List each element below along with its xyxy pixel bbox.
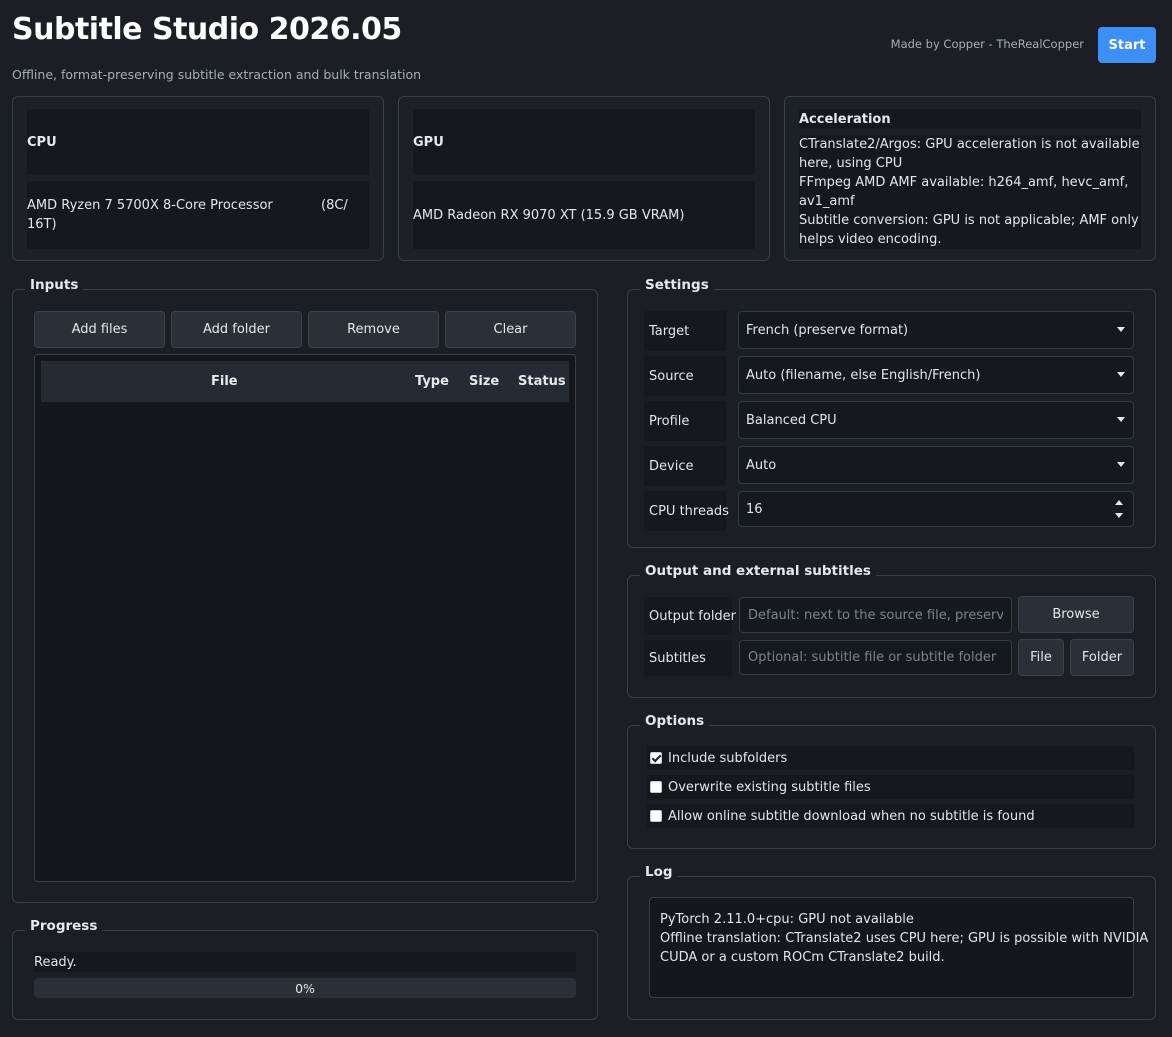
column-status[interactable]: Status bbox=[518, 374, 566, 389]
cpu-card: CPU AMD Ryzen 7 5700X 8-Core Processor (… bbox=[12, 96, 384, 261]
threads-label: CPU threads bbox=[644, 491, 729, 531]
target-label: Target bbox=[644, 311, 726, 351]
app-subtitle: Offline, format-preserving subtitle extr… bbox=[12, 67, 422, 82]
cpu-value: AMD Ryzen 7 5700X 8-Core Processor bbox=[27, 198, 273, 213]
progress-group bbox=[12, 930, 598, 1020]
source-label: Source bbox=[644, 356, 726, 396]
progress-title: Progress bbox=[25, 918, 103, 934]
log-line: PyTorch 2.11.0+cpu: GPU not available bbox=[660, 912, 914, 927]
cpu-threads: 16T) bbox=[27, 217, 57, 232]
browse-button[interactable]: Browse bbox=[1018, 596, 1134, 633]
log-title: Log bbox=[640, 864, 678, 880]
subtitles-label: Subtitles bbox=[644, 640, 732, 676]
output-folder-input[interactable] bbox=[739, 597, 1012, 633]
subtitles-input[interactable] bbox=[739, 640, 1012, 675]
chevron-down-icon bbox=[1117, 327, 1125, 332]
threads-spinbox[interactable]: 16 bbox=[738, 491, 1134, 527]
overwrite-checkbox[interactable] bbox=[650, 781, 662, 793]
threads-value: 16 bbox=[746, 501, 763, 517]
cpu-value-box: AMD Ryzen 7 5700X 8-Core Processor (8C/ … bbox=[27, 181, 369, 249]
target-value: French (preserve format) bbox=[746, 322, 909, 338]
online-download-checkbox[interactable] bbox=[650, 810, 662, 822]
column-file[interactable]: File bbox=[211, 374, 238, 389]
profile-select[interactable]: Balanced CPU bbox=[738, 401, 1134, 439]
acceleration-line: CTranslate2/Argos: GPU acceleration is n… bbox=[799, 137, 1140, 152]
column-type[interactable]: Type bbox=[415, 374, 449, 389]
progress-percent: 0% bbox=[295, 980, 315, 996]
progress-bar: 0% bbox=[34, 978, 576, 998]
column-size[interactable]: Size bbox=[469, 374, 499, 389]
acceleration-line: av1_amf bbox=[799, 194, 855, 209]
log-output[interactable]: PyTorch 2.11.0+cpu: GPU not available Of… bbox=[649, 897, 1149, 998]
gpu-label: GPU bbox=[413, 109, 755, 175]
source-value: Auto (filename, else English/French) bbox=[746, 367, 981, 383]
source-select[interactable]: Auto (filename, else English/French) bbox=[738, 356, 1134, 394]
acceleration-line: here, using CPU bbox=[799, 156, 903, 171]
acceleration-details: CTranslate2/Argos: GPU acceleration is n… bbox=[799, 135, 1141, 249]
gpu-value: AMD Radeon RX 9070 XT (15.9 GB VRAM) bbox=[413, 181, 755, 249]
chevron-down-icon bbox=[1117, 372, 1125, 377]
log-line: CUDA or a custom ROCm CTranslate2 build. bbox=[660, 950, 945, 965]
acceleration-card: Acceleration CTranslate2/Argos: GPU acce… bbox=[784, 96, 1156, 261]
online-download-option[interactable]: Allow online subtitle download when no s… bbox=[647, 804, 1134, 828]
overwrite-option[interactable]: Overwrite existing subtitle files bbox=[647, 775, 1134, 799]
output-folder-label: Output folder bbox=[644, 597, 736, 635]
spin-down-icon[interactable] bbox=[1115, 513, 1123, 518]
overwrite-label: Overwrite existing subtitle files bbox=[668, 779, 871, 795]
log-line: Offline translation: CTranslate2 uses CP… bbox=[660, 931, 1149, 946]
progress-status: Ready. bbox=[34, 952, 576, 972]
online-download-label: Allow online subtitle download when no s… bbox=[668, 808, 1035, 824]
add-folder-button[interactable]: Add folder bbox=[171, 311, 302, 348]
include-subfolders-option[interactable]: Include subfolders bbox=[647, 746, 1134, 770]
file-button[interactable]: File bbox=[1018, 639, 1064, 676]
credit-text: Made by Copper - TheRealCopper bbox=[890, 37, 1084, 51]
device-select[interactable]: Auto bbox=[738, 446, 1134, 484]
remove-button[interactable]: Remove bbox=[308, 311, 439, 348]
spin-up-icon[interactable] bbox=[1115, 500, 1123, 505]
target-select[interactable]: French (preserve format) bbox=[738, 311, 1134, 349]
device-value: Auto bbox=[746, 457, 777, 473]
cpu-label: CPU bbox=[27, 109, 369, 175]
add-files-button[interactable]: Add files bbox=[34, 311, 165, 348]
start-button[interactable]: Start bbox=[1098, 27, 1156, 63]
cpu-cores: (8C/ bbox=[321, 198, 348, 213]
acceleration-line: helps video encoding. bbox=[799, 232, 942, 247]
gpu-card: GPU AMD Radeon RX 9070 XT (15.9 GB VRAM) bbox=[398, 96, 770, 261]
acceleration-line: FFmpeg AMD AMF available: h264_amf, hevc… bbox=[799, 175, 1129, 190]
output-group bbox=[627, 575, 1156, 698]
file-table[interactable]: File Type Size Status bbox=[34, 354, 576, 882]
output-title: Output and external subtitles bbox=[640, 563, 876, 579]
include-subfolders-checkbox[interactable] bbox=[650, 752, 662, 764]
folder-button[interactable]: Folder bbox=[1070, 639, 1134, 676]
clear-button[interactable]: Clear bbox=[445, 311, 576, 348]
chevron-down-icon bbox=[1117, 417, 1125, 422]
profile-label: Profile bbox=[644, 401, 726, 441]
app-title: Subtitle Studio 2026.05 bbox=[12, 12, 402, 47]
settings-title: Settings bbox=[640, 277, 714, 293]
chevron-down-icon bbox=[1117, 462, 1125, 467]
include-subfolders-label: Include subfolders bbox=[668, 750, 788, 766]
inputs-title: Inputs bbox=[25, 277, 84, 293]
acceleration-label: Acceleration bbox=[799, 109, 1141, 129]
profile-value: Balanced CPU bbox=[746, 412, 837, 428]
options-title: Options bbox=[640, 713, 710, 729]
table-header: File Type Size Status bbox=[41, 361, 569, 402]
acceleration-line: Subtitle conversion: GPU is not applicab… bbox=[799, 213, 1139, 228]
device-label: Device bbox=[644, 446, 726, 486]
